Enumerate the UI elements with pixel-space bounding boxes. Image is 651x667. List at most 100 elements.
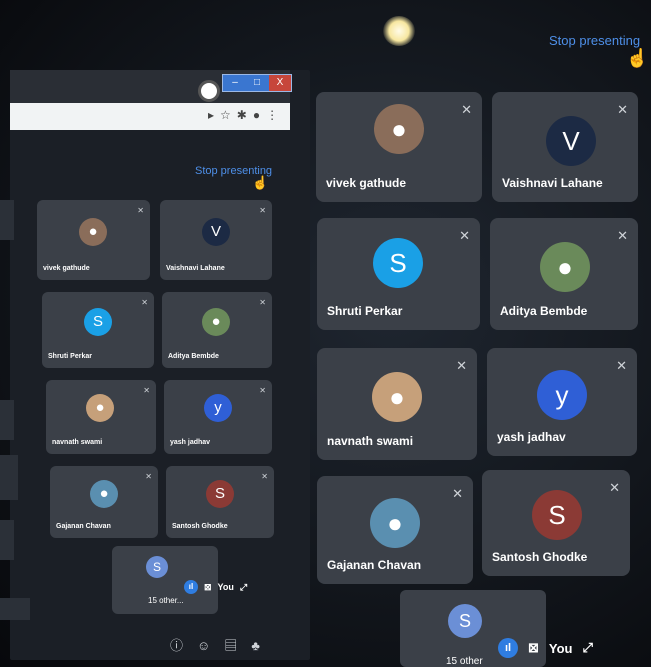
- participant-tile[interactable]: S ✕ Santosh Ghodke: [482, 470, 630, 576]
- mic-off-icon: ✕: [145, 472, 152, 481]
- camera-off-icon[interactable]: ⊠: [528, 640, 539, 656]
- audio-level-icon: ıl: [498, 638, 518, 658]
- mic-off-icon: ✕: [617, 228, 628, 243]
- mic-off-icon: ✕: [461, 102, 472, 117]
- audio-level-icon: ıl: [184, 580, 198, 594]
- chrome-icon[interactable]: [198, 80, 220, 102]
- info-icon[interactable]: ⓘ: [170, 638, 197, 653]
- avatar: ●: [202, 308, 230, 336]
- people-icon[interactable]: ☺: [197, 638, 224, 653]
- clock-area: [0, 598, 30, 620]
- avatar: ●: [374, 104, 424, 154]
- url-bar-icons: ▸☆✱●⋮: [208, 108, 284, 122]
- avatar: S: [532, 490, 582, 540]
- mic-off-icon: ✕: [137, 206, 144, 215]
- participant-tile[interactable]: S ✕ Shruti Perkar: [42, 292, 154, 368]
- minimize-button[interactable]: –: [225, 75, 245, 91]
- chat-icon[interactable]: ▤: [224, 638, 251, 653]
- self-controls: ıl ⊠ You ⤢: [498, 638, 593, 658]
- participant-tile[interactable]: ● ✕ navnath swami: [317, 348, 477, 460]
- avatar: S: [146, 556, 168, 578]
- mic-off-icon: ✕: [261, 472, 268, 481]
- participant-tile[interactable]: ● ✕ vivek gathude: [316, 92, 482, 202]
- expand-icon[interactable]: ⤢: [240, 582, 247, 593]
- avatar: ●: [372, 372, 422, 422]
- screen-edge: [0, 520, 14, 560]
- mic-off-icon: ✕: [143, 386, 150, 395]
- you-label: You: [217, 582, 234, 592]
- avatar: ●: [86, 394, 114, 422]
- activities-icon[interactable]: ♣: [251, 638, 274, 653]
- participant-tile[interactable]: y ✕ yash jadhav: [487, 348, 637, 456]
- mic-off-icon: ✕: [617, 102, 628, 117]
- mic-off-icon: ✕: [609, 480, 620, 495]
- cursor-icon: ☝: [252, 175, 269, 190]
- participant-name: navnath swami: [52, 439, 103, 446]
- mic-off-icon: ✕: [141, 298, 148, 307]
- participant-name: yash jadhav: [170, 439, 211, 446]
- close-button[interactable]: X: [269, 75, 291, 91]
- participant-name: Vaishnavi Lahane: [502, 176, 603, 190]
- participant-tile[interactable]: ● ✕ Aditya Bembde: [490, 218, 638, 330]
- mic-off-icon: ✕: [459, 228, 470, 243]
- avatar: S: [206, 480, 234, 508]
- participant-name: vivek gathude: [326, 176, 407, 190]
- participant-name: Shruti Perkar: [48, 353, 92, 360]
- participant-tile[interactable]: V ✕ Vaishnavi Lahane: [160, 200, 272, 280]
- participant-name: Aditya Bembde: [500, 304, 588, 318]
- expand-icon[interactable]: ⤢: [583, 640, 593, 656]
- participant-name: Vaishnavi Lahane: [166, 265, 225, 272]
- others-count: 15 other: [446, 656, 483, 667]
- participant-name: Gajanan Chavan: [56, 523, 111, 530]
- participant-name: Shruti Perkar: [327, 304, 403, 318]
- mic-off-icon: ✕: [259, 298, 266, 307]
- avatar: ●: [90, 480, 118, 508]
- star-icon[interactable]: ☆: [220, 108, 237, 122]
- avatar: V: [202, 218, 230, 246]
- participant-tile[interactable]: V ✕ Vaishnavi Lahane: [492, 92, 638, 202]
- mic-off-icon: ✕: [259, 206, 266, 215]
- profile-icon[interactable]: ●: [253, 108, 266, 122]
- cursor-icon: ☝: [626, 48, 649, 68]
- avatar: y: [204, 394, 232, 422]
- participant-tile[interactable]: y ✕ yash jadhav: [164, 380, 272, 454]
- participant-name: Santosh Ghodke: [492, 550, 588, 564]
- you-label: You: [548, 640, 573, 656]
- mic-off-icon: ✕: [616, 358, 627, 373]
- participant-tile[interactable]: ● ✕ navnath swami: [46, 380, 156, 454]
- avatar: y: [537, 370, 587, 420]
- participant-tile[interactable]: S ✕ Shruti Perkar: [317, 218, 480, 330]
- participant-tile[interactable]: ● ✕ vivek gathude: [37, 200, 150, 280]
- avatar: V: [546, 116, 596, 166]
- others-count: 15 other...: [148, 596, 184, 605]
- mic-off-icon: ✕: [452, 486, 463, 501]
- stop-presenting-button[interactable]: Stop presenting: [549, 33, 640, 48]
- extensions-icon[interactable]: ✱: [237, 108, 253, 122]
- window-buttons: – □ X: [222, 74, 292, 92]
- avatar: S: [84, 308, 112, 336]
- participant-name: Gajanan Chavan: [327, 558, 422, 572]
- screen-edge: [0, 455, 18, 500]
- screen-edge: [0, 400, 14, 440]
- avatar: S: [373, 238, 423, 288]
- participant-name: vivek gathude: [43, 265, 90, 272]
- camera-off-icon[interactable]: ⊠: [204, 582, 212, 593]
- participant-name: Santosh Ghodke: [172, 523, 228, 530]
- participant-tile[interactable]: ● ✕ Gajanan Chavan: [50, 466, 158, 538]
- participant-name: yash jadhav: [497, 430, 566, 444]
- mic-off-icon: ✕: [259, 386, 266, 395]
- participant-name: Aditya Bembde: [168, 353, 219, 360]
- participant-name: navnath swami: [327, 434, 414, 448]
- meeting-toolbar: ⓘ☺▤♣: [170, 635, 274, 654]
- light-glare: [383, 16, 415, 46]
- avatar: S: [448, 604, 482, 638]
- avatar: ●: [540, 242, 590, 292]
- cast-icon[interactable]: ▸: [208, 108, 220, 122]
- participant-tile[interactable]: ● ✕ Gajanan Chavan: [317, 476, 473, 584]
- participant-tile[interactable]: S ✕ Santosh Ghodke: [166, 466, 274, 538]
- maximize-button[interactable]: □: [247, 75, 267, 91]
- avatar: ●: [370, 498, 420, 548]
- participant-tile[interactable]: ● ✕ Aditya Bembde: [162, 292, 272, 368]
- avatar: ●: [79, 218, 107, 246]
- menu-icon[interactable]: ⋮: [266, 108, 284, 122]
